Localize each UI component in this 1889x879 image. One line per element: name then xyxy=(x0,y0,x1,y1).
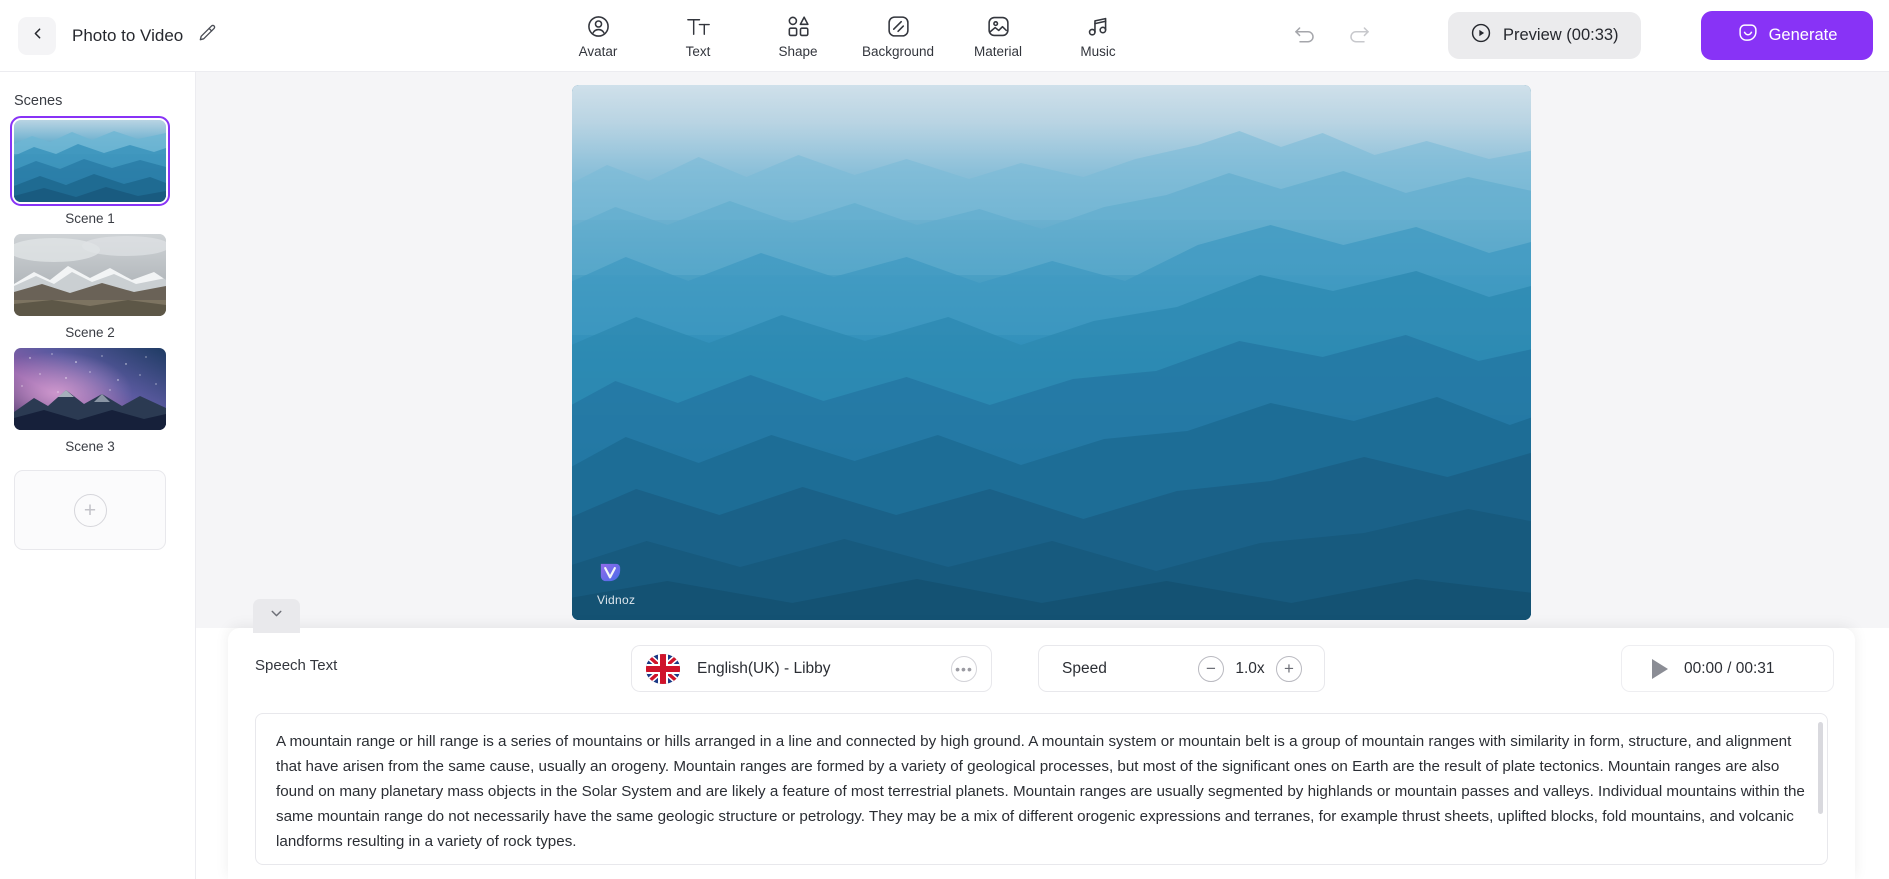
speed-increase-button[interactable]: + xyxy=(1276,655,1302,682)
speed-label: Speed xyxy=(1062,659,1107,677)
play-icon[interactable] xyxy=(1652,658,1668,679)
generate-button[interactable]: Generate xyxy=(1701,11,1873,60)
chevron-left-icon xyxy=(29,25,46,47)
scene-caption: Scene 1 xyxy=(65,211,115,226)
tool-label: Text xyxy=(685,44,711,59)
scene-caption: Scene 2 xyxy=(65,325,115,340)
material-image-icon xyxy=(986,13,1011,39)
more-options-icon[interactable]: ••• xyxy=(951,655,977,682)
scene-thumbnail xyxy=(10,116,170,206)
top-bar: Photo to Video Avatar Text Shape Backgro… xyxy=(0,0,1889,72)
video-preview[interactable]: Vidnoz xyxy=(572,85,1531,620)
avatar-icon xyxy=(586,13,611,39)
mountain-layers xyxy=(572,131,1531,620)
speech-text-label: Speech Text xyxy=(255,657,338,674)
tool-label: Background xyxy=(861,44,935,59)
canvas-area: Vidnoz xyxy=(196,72,1889,628)
tool-text[interactable]: Text xyxy=(648,5,748,67)
playback-time: 00:00 / 00:31 xyxy=(1684,659,1775,677)
audio-player[interactable]: 00:00 / 00:31 xyxy=(1621,645,1834,692)
scene-caption: Scene 3 xyxy=(65,439,115,454)
background-icon xyxy=(886,13,911,39)
scene-item-3[interactable]: Scene 3 xyxy=(14,348,166,454)
text-icon xyxy=(685,13,712,39)
tool-label: Avatar xyxy=(578,44,618,59)
tool-material[interactable]: Material xyxy=(948,5,1048,67)
tool-background[interactable]: Background xyxy=(848,5,948,67)
speed-value: 1.0x xyxy=(1235,659,1265,677)
scene-item-2[interactable]: Scene 2 xyxy=(14,234,166,340)
redo-icon[interactable] xyxy=(1346,20,1372,51)
plus-icon: + xyxy=(73,493,107,527)
app-root: Photo to Video Avatar Text Shape Backgro… xyxy=(0,0,1889,879)
tool-label: Material xyxy=(973,44,1022,59)
sparkle-video-icon xyxy=(1737,22,1759,49)
tool-music[interactable]: Music xyxy=(1048,5,1148,67)
history-controls xyxy=(1292,20,1372,51)
play-circle-icon xyxy=(1470,22,1492,49)
scenes-title: Scenes xyxy=(14,93,63,109)
generate-label: Generate xyxy=(1768,26,1838,44)
watermark: Vidnoz xyxy=(597,559,635,607)
shape-icon xyxy=(786,13,811,39)
page-title: Photo to Video xyxy=(72,25,184,45)
voice-name: English(UK) - Libby xyxy=(697,659,831,677)
uk-flag-icon xyxy=(646,653,680,684)
pencil-icon xyxy=(197,23,217,48)
music-note-icon xyxy=(1086,13,1111,39)
scenes-sidebar: Scenes Scene 1 Scene 2 Scene 3 + xyxy=(0,72,196,879)
scene-item-1[interactable]: Scene 1 xyxy=(10,116,170,226)
speed-control: Speed − 1.0x + xyxy=(1038,645,1325,692)
speech-panel: Speech Text English(UK) - Libby ••• Spee… xyxy=(228,628,1855,879)
tool-label: Shape xyxy=(778,44,818,59)
speech-text-input[interactable]: A mountain range or hill range is a seri… xyxy=(255,713,1828,865)
tool-bar: Avatar Text Shape Background Material Mu… xyxy=(548,0,1148,72)
textarea-scrollbar[interactable] xyxy=(1818,722,1823,814)
watermark-label: Vidnoz xyxy=(597,593,636,607)
scene-thumbnail xyxy=(14,234,166,316)
edit-title-button[interactable] xyxy=(197,23,217,48)
voice-selector[interactable]: English(UK) - Libby ••• xyxy=(631,645,992,692)
tool-label: Music xyxy=(1080,44,1116,59)
vidnoz-logo-icon xyxy=(597,559,624,591)
add-scene-button[interactable]: + xyxy=(14,470,166,550)
undo-icon[interactable] xyxy=(1292,20,1318,51)
collapse-panel-button[interactable] xyxy=(253,599,300,633)
speed-decrease-button[interactable]: − xyxy=(1198,655,1224,682)
preview-label: Preview (00:33) xyxy=(1503,26,1619,44)
chevron-down-icon xyxy=(268,605,285,627)
tool-avatar[interactable]: Avatar xyxy=(548,5,648,67)
back-button[interactable] xyxy=(18,16,56,55)
speech-text-content: A mountain range or hill range is a seri… xyxy=(276,733,1805,850)
scene-thumbnail xyxy=(14,348,166,430)
preview-button[interactable]: Preview (00:33) xyxy=(1448,12,1641,59)
tool-shape[interactable]: Shape xyxy=(748,5,848,67)
